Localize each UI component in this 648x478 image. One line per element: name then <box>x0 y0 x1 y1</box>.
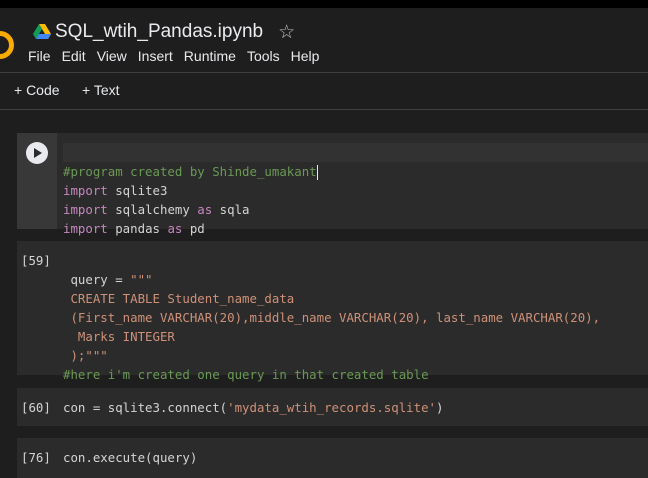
menu-view[interactable]: View <box>97 48 127 64</box>
code-cell[interactable]: [76] con.execute(query) <box>17 438 648 478</box>
menu-runtime[interactable]: Runtime <box>184 48 236 64</box>
menu-edit[interactable]: Edit <box>62 48 86 64</box>
code-cell[interactable]: [59] query = """ CREATE TABLE Student_na… <box>17 241 648 382</box>
code-line: import pandas as pd <box>63 221 205 236</box>
code-line: import sqlalchemy as sqla <box>63 202 250 217</box>
code-line: #program created by Shinde_umakant <box>63 164 317 179</box>
code-line: );""" <box>63 348 108 363</box>
code-line: query = """ <box>63 272 153 287</box>
text-cursor <box>316 165 318 180</box>
code-line: Marks INTEGER <box>63 329 175 344</box>
title-row: SQL_wtih_Pandas.ipynb ☆ <box>33 19 295 45</box>
code-line: (First_name VARCHAR(20),middle_name VARC… <box>63 310 601 325</box>
add-text-button[interactable]: + Text <box>82 82 120 98</box>
google-drive-icon[interactable] <box>33 24 51 40</box>
menu-insert[interactable]: Insert <box>138 48 173 64</box>
execution-count: [60] <box>21 400 51 415</box>
code-editor[interactable]: query = """ CREATE TABLE Student_name_da… <box>63 251 600 384</box>
code-line: con.execute(query) <box>63 450 198 465</box>
code-line: con = sqlite3.connect('mydata_wtih_recor… <box>63 400 444 415</box>
code-line: #here i'm created one query in that crea… <box>63 367 429 382</box>
code-editor[interactable]: #program created by Shinde_umakant impor… <box>63 143 318 238</box>
menu-help[interactable]: Help <box>291 48 320 64</box>
header: SQL_wtih_Pandas.ipynb ☆ File Edit View I… <box>0 8 648 72</box>
code-cell[interactable]: [60] con = sqlite3.connect('mydata_wtih_… <box>17 388 648 426</box>
code-editor[interactable]: con = sqlite3.connect('mydata_wtih_recor… <box>63 398 443 417</box>
menu-bar: File Edit View Insert Runtime Tools Help <box>28 48 330 64</box>
add-code-button[interactable]: + Code <box>14 82 60 98</box>
code-editor[interactable]: con.execute(query) <box>63 448 197 467</box>
toolbar: + Code + Text <box>0 72 648 110</box>
star-icon[interactable]: ☆ <box>278 21 295 44</box>
top-strip <box>0 0 648 8</box>
colab-logo-icon[interactable] <box>0 31 14 59</box>
code-cell[interactable]: #program created by Shinde_umakant impor… <box>17 133 648 236</box>
code-line: import sqlite3 <box>63 183 168 198</box>
execution-count: [59] <box>21 253 51 268</box>
menu-file[interactable]: File <box>28 48 51 64</box>
execution-count: [76] <box>21 450 51 465</box>
menu-tools[interactable]: Tools <box>247 48 280 64</box>
code-line: CREATE TABLE Student_name_data <box>63 291 295 306</box>
notebook-title[interactable]: SQL_wtih_Pandas.ipynb <box>55 21 263 43</box>
run-cell-icon[interactable] <box>26 142 48 164</box>
